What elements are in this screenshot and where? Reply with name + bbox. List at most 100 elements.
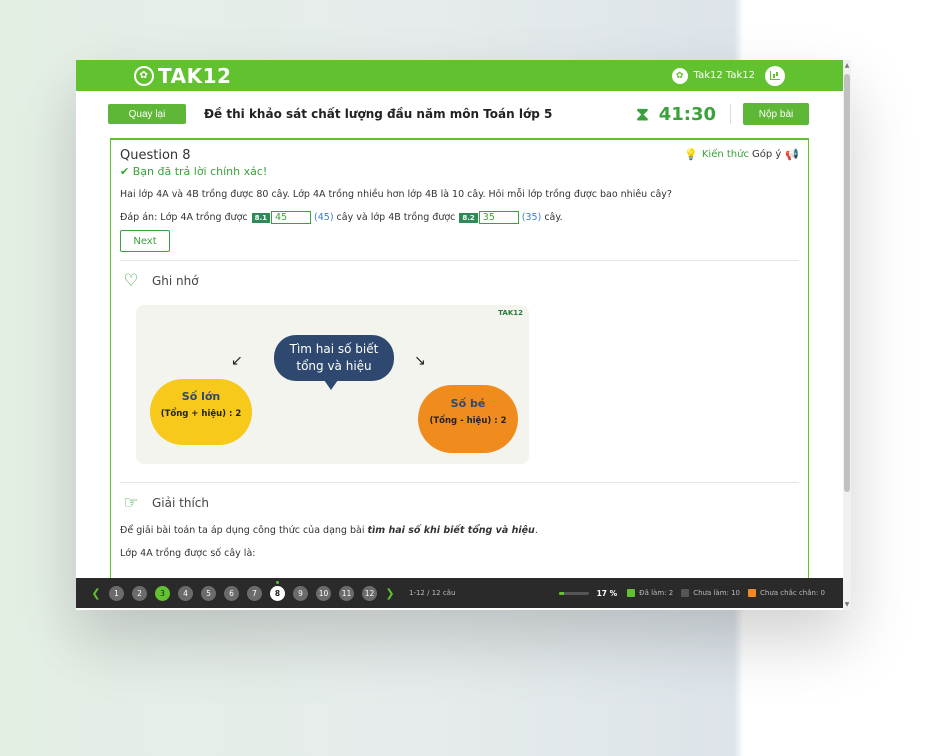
done-count: Đã làm: 2	[639, 589, 674, 597]
feedback-link[interactable]: Góp ý	[752, 149, 781, 160]
big-number-title: Số lớn	[181, 390, 221, 403]
scroll-up-icon[interactable]: ▲	[844, 62, 850, 69]
legend-todo: Chưa làm: 10	[681, 589, 740, 597]
question-number-button[interactable]: 2	[132, 585, 147, 601]
prev-page-icon[interactable]: ❮	[91, 587, 101, 600]
question-number-button[interactable]: 8	[270, 580, 285, 601]
memo-heading-text: Ghi nhớ	[152, 274, 199, 288]
check-icon: ✔	[120, 165, 130, 178]
small-number-formula: (Tổng - hiệu) : 2	[429, 416, 507, 426]
logo-mark-icon: ✿	[134, 65, 154, 86]
explanation-emphasis: tìm hai số khi biết tổng và hiệu	[367, 525, 535, 536]
hourglass-icon: ⧗	[636, 103, 649, 125]
explanation-suffix: .	[534, 525, 538, 536]
explanation-line-1: Để giải bài toán ta áp dụng công thức củ…	[120, 525, 799, 536]
bubble-line-1: Tìm hai số biết	[289, 342, 379, 356]
user-avatar-icon: ✿	[671, 67, 688, 84]
next-page-icon[interactable]: ❯	[385, 587, 395, 600]
legend-done: Đã làm: 2	[627, 589, 673, 597]
small-number-title: Số bé	[450, 397, 486, 410]
progress-summary: 17 % Đã làm: 2 Chưa làm: 10 Chưa chắc ch…	[558, 588, 833, 598]
statistics-icon[interactable]	[765, 65, 785, 86]
toolbar-divider	[730, 104, 731, 124]
answer-status: ✔ Bạn đã trả lời chính xác!	[120, 165, 799, 178]
scroll-down-icon[interactable]: ▼	[844, 601, 850, 608]
section-divider	[120, 260, 799, 261]
top-navbar: ✿ TAK12 ✿ Tak12 Tak12	[76, 60, 843, 91]
page-info: 1-12 / 12 câu	[409, 589, 456, 597]
question-number-button[interactable]: 4	[178, 585, 193, 601]
memo-brand: TAK12	[498, 309, 523, 317]
timer-value: 41:30	[658, 103, 716, 125]
big-number-formula: (Tổng + hiệu) : 2	[160, 409, 242, 419]
unsure-count: Chưa chắc chắn: 0	[760, 589, 825, 597]
legend-unsure: Chưa chắc chắn: 0	[748, 589, 825, 597]
countdown-timer: ⧗ 41:30	[636, 104, 716, 125]
megaphone-icon[interactable]: 📢	[785, 148, 799, 161]
answer-tag-1: 8.1	[251, 212, 271, 223]
explanation-heading: ☞ Giải thích	[120, 493, 799, 513]
memo-heading: ♡ Ghi nhớ	[120, 271, 799, 291]
explanation-line-2: Lớp 4A trồng được số cây là:	[120, 548, 256, 559]
section-divider	[120, 482, 799, 483]
answer-status-text: Bạn đã trả lời chính xác!	[132, 165, 268, 178]
big-number-cloud: Số lớn (Tổng + hiệu) : 2	[150, 379, 252, 445]
answer-suffix: cây.	[544, 212, 563, 223]
pointing-hand-icon: ☞	[123, 493, 139, 513]
user-name: Tak12 Tak12	[693, 70, 755, 81]
correct-answer-2: (35)	[521, 212, 542, 223]
small-number-cloud: Số bé (Tổng - hiệu) : 2	[418, 385, 518, 453]
question-text: Hai lớp 4A và 4B trồng được 80 cây. Lớp …	[120, 189, 672, 200]
lightbulb-icon: 💡	[684, 148, 698, 161]
question-number-button[interactable]: 12	[362, 585, 377, 601]
answer-tag-2: 8.2	[459, 212, 478, 223]
answer-middle: cây và lớp 4B trồng được	[336, 212, 456, 223]
answer-input-1[interactable]: 45	[271, 211, 312, 224]
curved-arrow-left-icon: ↙	[231, 353, 243, 369]
next-button[interactable]: Next	[120, 230, 170, 252]
question-number-button[interactable]: 10	[316, 585, 331, 601]
user-menu[interactable]: ✿ Tak12 Tak12	[671, 65, 785, 86]
knowledge-link[interactable]: Kiến thức	[702, 149, 749, 160]
unsure-swatch	[748, 589, 757, 597]
bubble-line-2: tổng và hiệu	[296, 359, 372, 373]
vertical-scrollbar[interactable]: ▲ ▼	[843, 60, 851, 610]
correct-answer-1: (45)	[314, 212, 334, 223]
question-number-button[interactable]: 11	[339, 585, 354, 601]
explanation-prefix: Để giải bài toán ta áp dụng công thức củ…	[120, 525, 365, 536]
explanation-heading-text: Giải thích	[152, 496, 209, 510]
exam-toolbar: Quay lại Đề thi khảo sát chất lượng đầu …	[76, 91, 843, 137]
question-navigator: ❮ 1 2 3 4 5 6 7 8 9 10 11 12 ❯ 1-12 / 12 câu 17 % Đ…	[76, 578, 843, 608]
progress-percent: 17 %	[596, 588, 618, 598]
question-title: Question 8	[120, 148, 191, 163]
curved-arrow-right-icon: ↘	[414, 353, 426, 369]
answer-prefix: Đáp án: Lớp 4A trồng được	[120, 212, 248, 223]
question-header: Question 8 💡 Kiến thức Góp ý 📢	[120, 148, 799, 163]
memo-speech-bubble: Tìm hai số biết tổng và hiệu	[274, 335, 394, 390]
progress-fill	[558, 591, 564, 595]
question-panel: Question 8 💡 Kiến thức Góp ý 📢 ✔ Bạn đã …	[110, 138, 809, 578]
todo-swatch	[681, 589, 690, 597]
question-number-button[interactable]: 6	[224, 585, 239, 601]
scroll-thumb[interactable]	[844, 74, 850, 492]
question-number-button[interactable]: 3	[155, 585, 170, 601]
question-links: 💡 Kiến thức Góp ý 📢	[684, 148, 799, 161]
progress-bar	[558, 591, 589, 595]
lightbulb-icon: ♡	[123, 271, 139, 291]
back-button[interactable]: Quay lại	[108, 104, 186, 124]
browser-window: ✿ TAK12 ✿ Tak12 Tak12 Quay lại Đề thi kh…	[76, 60, 851, 610]
question-number-button[interactable]: 7	[247, 585, 262, 601]
question-number-button[interactable]: 1	[109, 585, 124, 601]
submit-button[interactable]: Nộp bài	[743, 103, 809, 125]
todo-count: Chưa làm: 10	[693, 589, 741, 597]
question-number-button[interactable]: 9	[293, 585, 308, 601]
logo-text: TAK12	[158, 63, 232, 88]
answer-line: Đáp án: Lớp 4A trồng được 8.1 45 (45) câ…	[120, 211, 799, 224]
exam-title: Đề thi khảo sát chất lượng đầu năm môn T…	[204, 107, 553, 121]
memo-illustration: TAK12 Tìm hai số biết tổng và hiệu ↙ ↘ S…	[136, 305, 529, 464]
done-swatch	[627, 589, 636, 597]
question-number-list: 1 2 3 4 5 6 7 8 9 10 11 12	[109, 580, 385, 601]
tak12-logo[interactable]: ✿ TAK12	[134, 64, 231, 88]
question-number-button[interactable]: 5	[201, 585, 216, 601]
answer-input-2[interactable]: 35	[478, 211, 519, 224]
